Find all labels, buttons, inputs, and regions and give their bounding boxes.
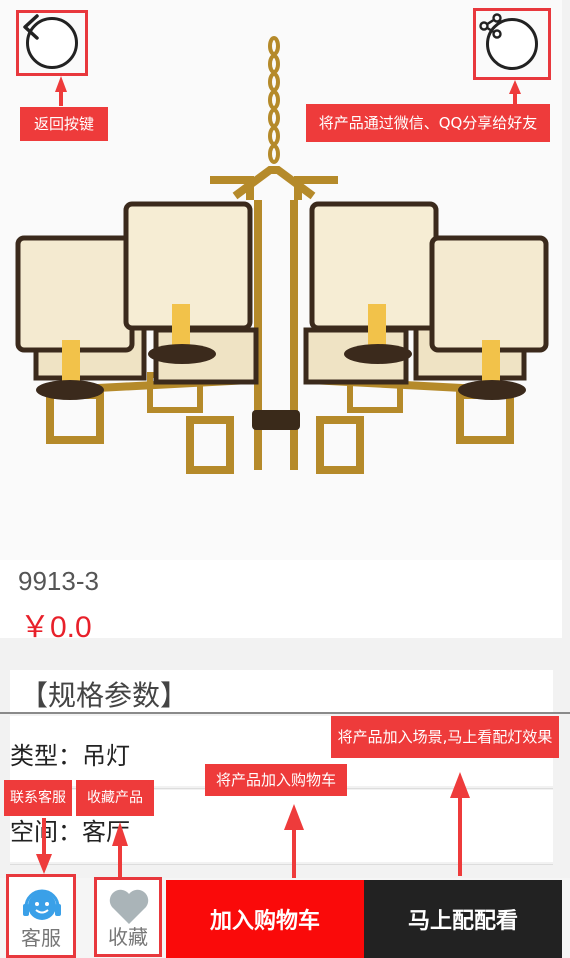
headset-icon [23,889,61,920]
spec-row-label: 类型：吊灯 [10,742,130,770]
scene-arrow [450,772,470,876]
scene-annotation: 将产品加入场景,马上看配灯效果 [331,716,559,758]
product-image: 返回按键 将产品通过微信、QQ分享给好友 [0,0,562,560]
share-arrow [509,80,521,104]
favorite-arrow [112,822,128,880]
customer-service-button[interactable]: 客服 [6,874,76,958]
customer-service-label: 客服 [21,926,61,950]
spec-title: 【规格参数】 [20,679,189,712]
product-detail-page: 返回按键 将产品通过微信、QQ分享给好友 9913-3 ￥0.0 【规格参数】 … [0,0,570,958]
favorite-button[interactable]: 收藏 [94,877,162,957]
favorite-annotation: 收藏产品 [76,780,154,816]
cart-annotation: 将产品加入购物车 [205,764,347,796]
product-model: 9913-3 [18,566,99,596]
spec-section: 【规格参数】 [10,670,553,712]
back-button[interactable] [16,10,88,76]
back-arrow [55,76,67,106]
customer-service-arrow [36,818,52,874]
try-match-button[interactable]: 马上配配看 [364,880,562,958]
product-info: 9913-3 ￥0.0 [0,560,562,644]
share-button[interactable] [473,8,551,80]
chevron-left-icon [23,14,78,69]
favorite-label: 收藏 [108,925,148,949]
share-annotation: 将产品通过微信、QQ分享给好友 [306,104,550,142]
divider [0,712,570,714]
share-icon [479,13,538,70]
add-to-cart-button[interactable]: 加入购物车 [166,880,364,958]
product-price: ￥0.0 [20,611,92,644]
cart-arrow [284,804,304,880]
chandelier-illustration [15,36,549,474]
customer-service-annotation: 联系客服 [4,780,72,816]
back-annotation: 返回按键 [20,107,108,141]
